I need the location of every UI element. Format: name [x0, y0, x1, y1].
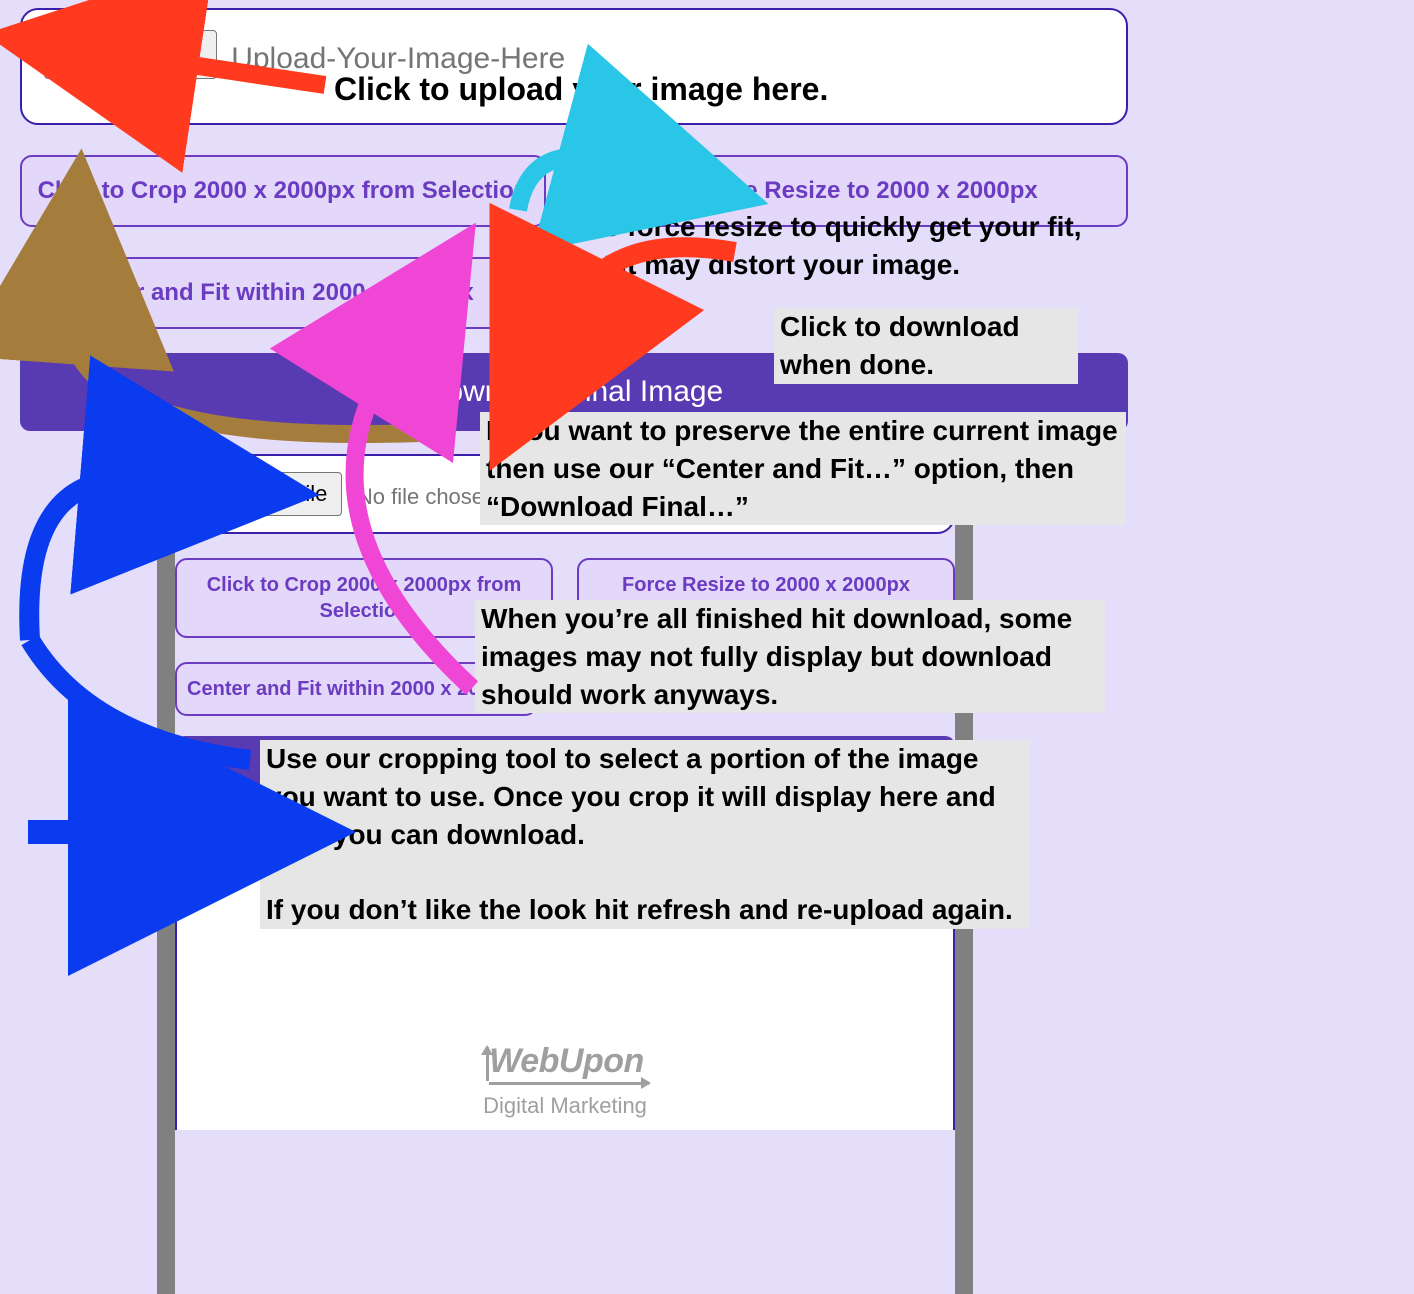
choose-file-button[interactable]: Choose File [44, 30, 217, 79]
annotation-finished-hint: When you’re all finished hit download, s… [475, 600, 1105, 713]
annotation-center-fit-hint: If you want to preserve the entire curre… [480, 412, 1126, 525]
logo-subtitle: Digital Marketing [481, 1093, 649, 1119]
annotation-upload-hint: Click to upload your image here. [328, 68, 834, 111]
annotation-download-hint: Click to download when done. [774, 308, 1078, 384]
annotation-force-resize-hint: Use force resize to quickly get your fit… [562, 208, 1132, 284]
annotation-crop-tool-hint: Use our cropping tool to select a portio… [260, 740, 1030, 929]
crop-from-selection-button[interactable]: Click to Crop 2000 x 2000px from Selecti… [20, 155, 546, 227]
center-and-fit-button[interactable]: Center and Fit within 2000 x 2000px [20, 257, 522, 329]
inner-choose-file-button[interactable]: Choose File [195, 472, 342, 516]
logo-watermark: WebUpon Digital Marketing [481, 1042, 649, 1119]
inner-upload-placeholder: No file chosen [357, 484, 496, 510]
arrow-blue-to-inner-choose [29, 479, 140, 640]
